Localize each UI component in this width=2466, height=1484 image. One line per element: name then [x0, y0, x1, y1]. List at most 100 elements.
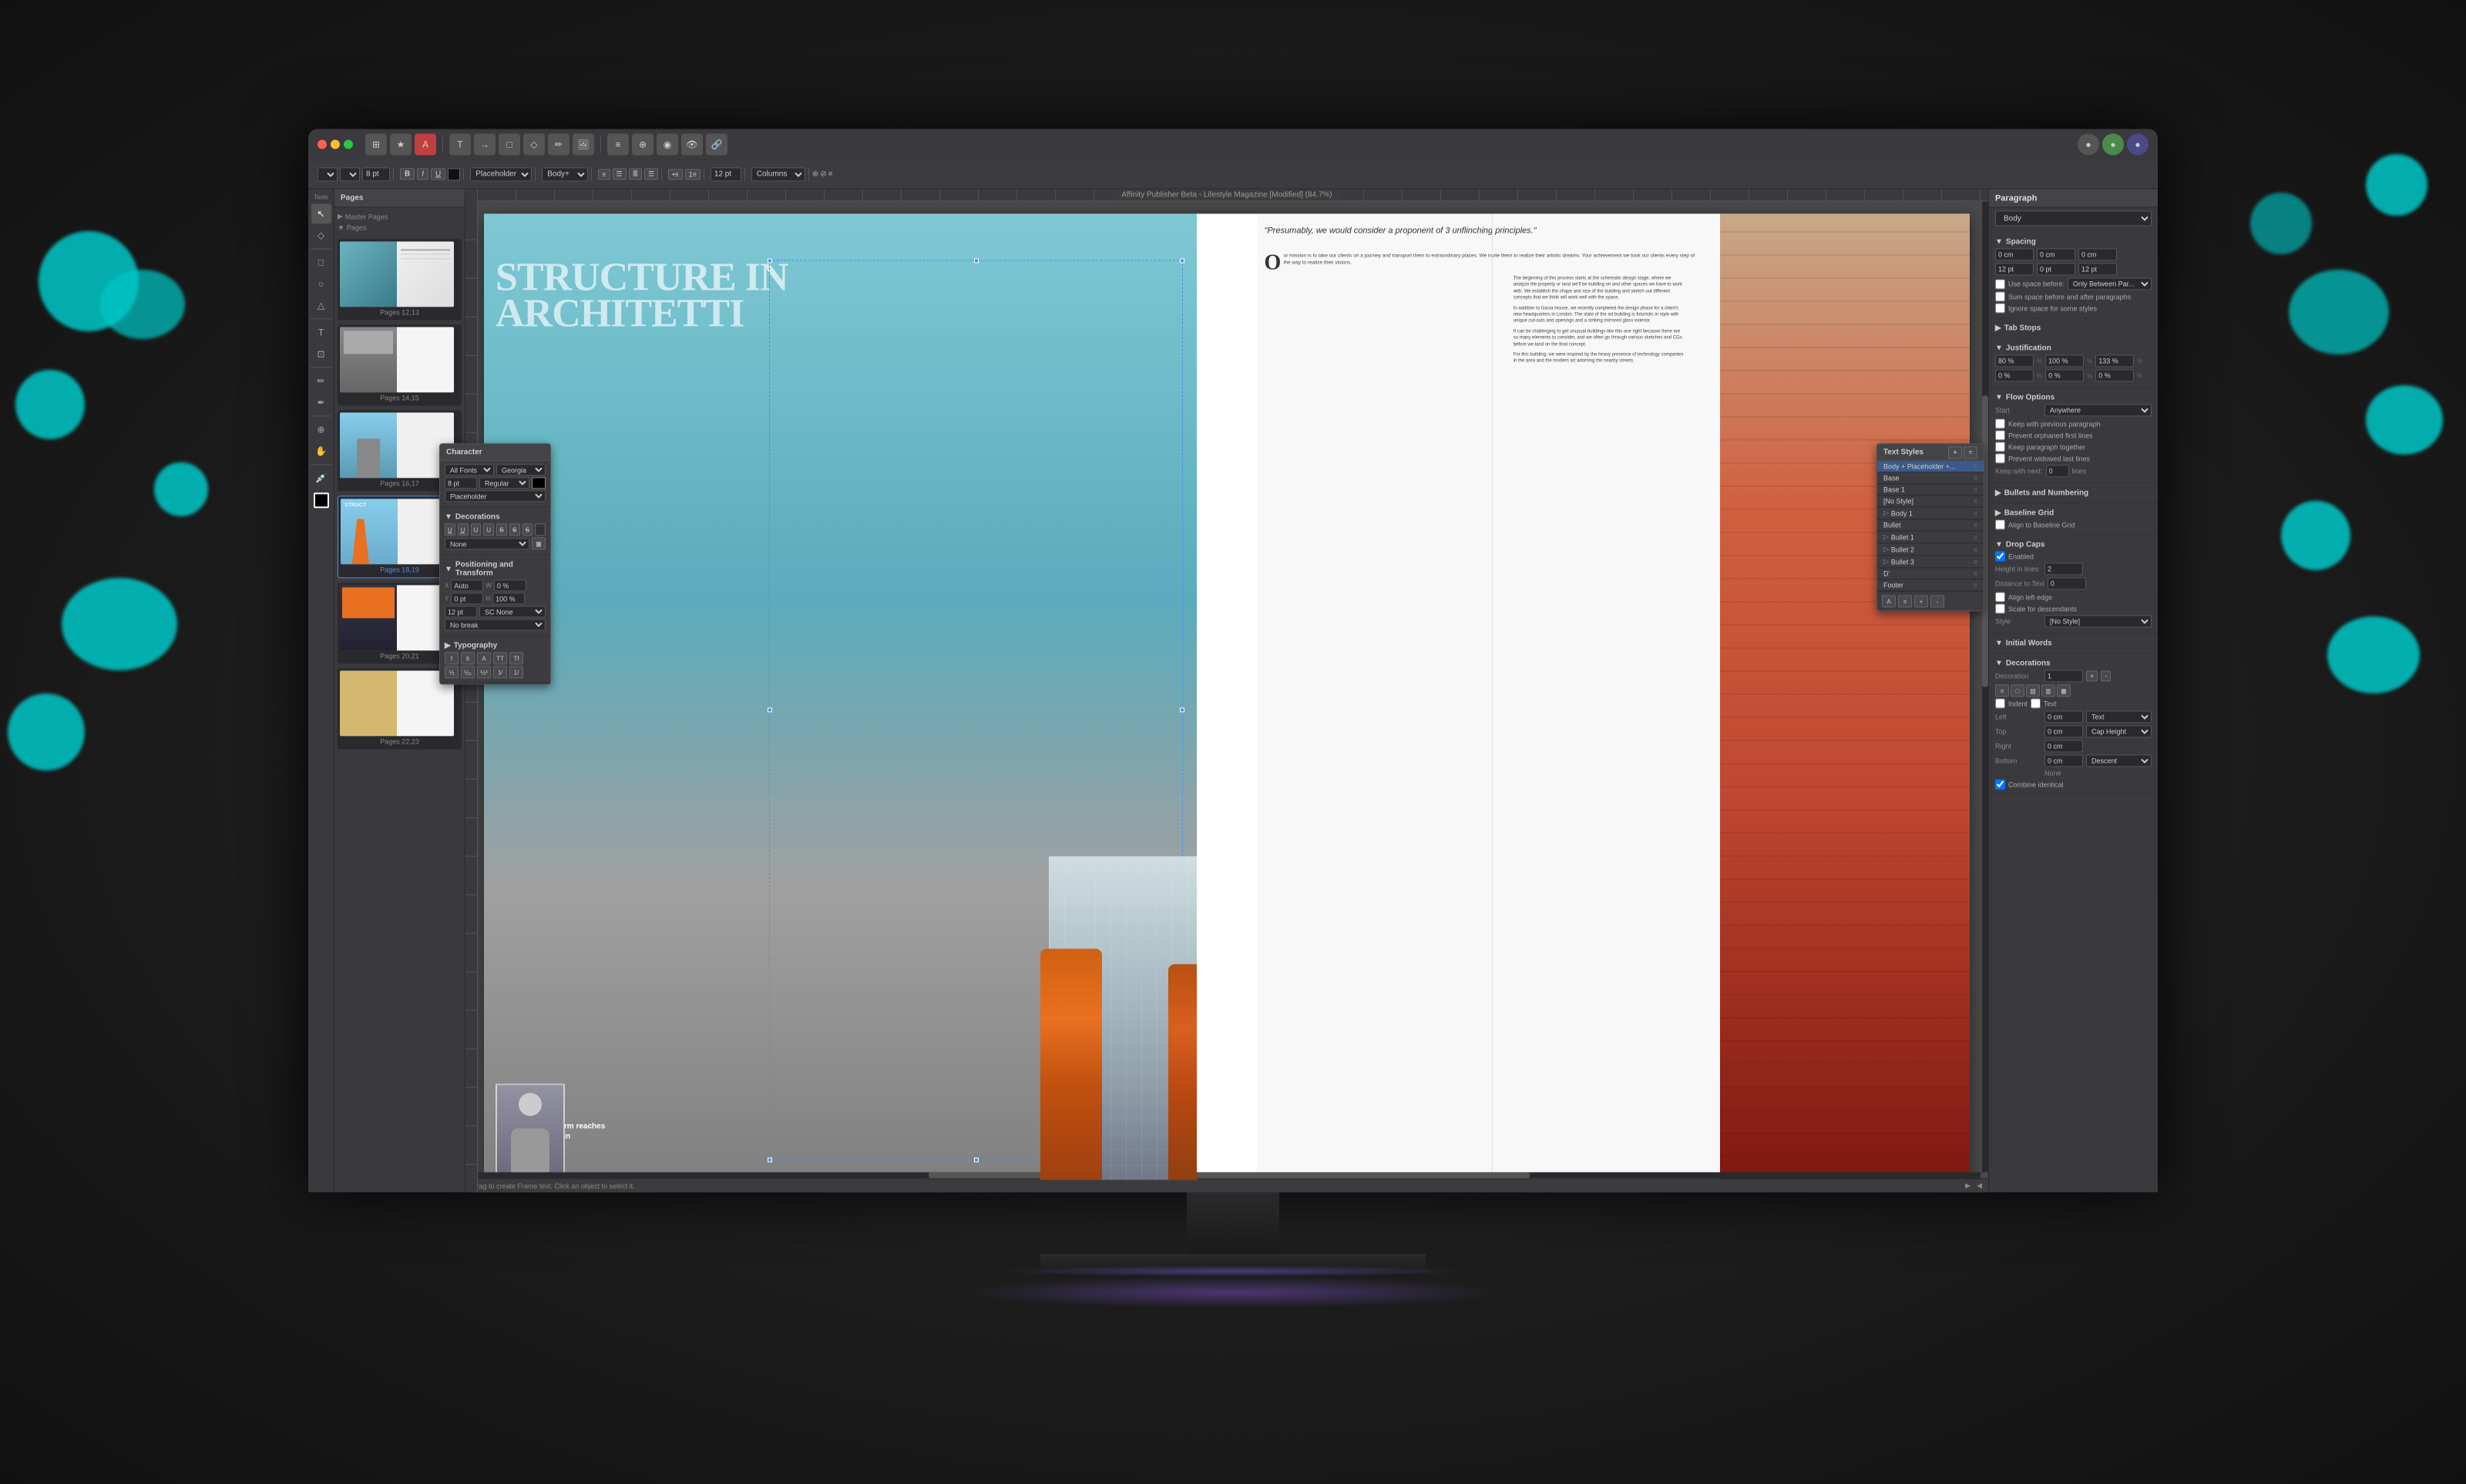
toolbar-icon-shape1[interactable]: □ [499, 133, 520, 155]
char-all-fonts-select[interactable]: All Fonts [445, 464, 494, 475]
space-before-input[interactable] [1995, 248, 2034, 260]
style-item-body-placeholder[interactable]: Body + Placeholder +... ≡ [1877, 461, 1984, 472]
line-height-input[interactable] [711, 167, 741, 181]
baseline-header[interactable]: ▶ Baseline Grid [1995, 506, 2152, 519]
scrollbar-vertical[interactable] [1982, 201, 1988, 1172]
word-ideal-input[interactable] [2045, 354, 2084, 367]
deco-top-input[interactable] [2044, 725, 2083, 737]
deco-remove-btn[interactable]: - [2101, 670, 2111, 681]
align-center[interactable]: ☰ [613, 168, 627, 180]
font-size-input[interactable] [362, 167, 390, 181]
char-underline3-btn[interactable]: U [471, 523, 482, 536]
style-item-nostyle[interactable]: [No Style] ≡ [1877, 495, 1984, 507]
char-deco-header[interactable]: ▼ Decorations [445, 510, 546, 523]
char-pos-header[interactable]: ▼ Positioning and Transform [445, 558, 546, 579]
align-right[interactable]: ≣ [629, 168, 643, 180]
space-col3-input[interactable] [2078, 248, 2117, 260]
align-baseline-check[interactable] [1995, 519, 2005, 529]
align-justify[interactable]: ☰ [644, 168, 658, 180]
list-bullet[interactable]: •≡ [668, 169, 682, 180]
deco-relative-check[interactable] [2031, 698, 2041, 708]
char-size2-input[interactable] [445, 606, 477, 617]
typo-btn-5[interactable]: Tf [509, 652, 523, 664]
deco-indent-check[interactable] [1995, 698, 2005, 708]
tool-ellipse[interactable]: ○ [311, 274, 331, 294]
style-item-d[interactable]: D' ≡ [1877, 568, 1984, 579]
style-item-body1[interactable]: ▷ Body 1 ≡ [1877, 507, 1984, 519]
char-x-input[interactable] [451, 579, 483, 591]
typo-btn-3[interactable]: A [477, 652, 491, 664]
typo-btn-4[interactable]: TT [493, 652, 507, 664]
toolbar-icon-shape2[interactable]: ◇ [523, 133, 545, 155]
toolbar-icon-circle1[interactable]: ● [2078, 133, 2099, 155]
style-item-bullet1[interactable]: ▷ Bullet 1 ≡ [1877, 531, 1984, 543]
dropcaps-enabled-check[interactable] [1995, 551, 2005, 561]
char-y-input[interactable] [451, 593, 483, 604]
typo-btn-7[interactable]: ½₂ [461, 666, 475, 678]
tool-cursor[interactable]: ↖ [311, 203, 331, 223]
ts-btn-1[interactable]: A [1882, 595, 1896, 607]
minimize-button[interactable] [331, 139, 340, 149]
pages-toggle[interactable]: ▼ Pages [338, 222, 462, 233]
typo-btn-1[interactable]: f [445, 652, 459, 664]
ts-btn-4[interactable]: - [1930, 595, 1944, 607]
toolbar-icon-pen[interactable]: ✏ [548, 133, 569, 155]
char-strike-btn[interactable]: S [496, 523, 507, 536]
keep-para-check[interactable] [1995, 442, 2005, 452]
extra-btn-2[interactable]: ⊘ [820, 170, 826, 178]
char-sc-select[interactable]: SC None [479, 606, 546, 617]
toolbar-icon-img[interactable]: 🖼 [573, 133, 594, 155]
deco-top-rel-select[interactable]: Cap Height [2086, 725, 2152, 737]
deco-bottom-rel-select[interactable]: Descent [2086, 754, 2152, 767]
flow-options-header[interactable]: ▼ Flow Options [1995, 391, 2152, 404]
extra-btn-1[interactable]: ⊕ [812, 170, 818, 178]
tool-pen[interactable]: ✏ [311, 371, 331, 391]
color-swatch[interactable] [448, 168, 460, 180]
page-thumb-1213[interactable] [340, 241, 454, 307]
char-underline-btn[interactable]: U [445, 523, 455, 536]
toolbar-icon-nodes[interactable]: ◉ [657, 133, 678, 155]
ts-btn-2[interactable]: ≡ [1898, 595, 1912, 607]
deco-btn-4[interactable]: ▥ [2041, 684, 2055, 697]
font-style-select[interactable]: Regular [340, 167, 360, 181]
style-item-base[interactable]: Base ≡ [1877, 472, 1984, 484]
text-style-select[interactable]: Placeholder [470, 167, 532, 181]
page-thumb-2021[interactable] [340, 585, 454, 650]
style-item-bullet2[interactable]: ▷ Bullet 2 ≡ [1877, 543, 1984, 556]
ignore-space-check[interactable] [1995, 303, 2005, 313]
char-underline4-btn[interactable]: U [483, 523, 494, 536]
char-color-btn[interactable] [535, 523, 546, 536]
dropcaps-dist-input[interactable] [2048, 577, 2086, 589]
color-box[interactable] [314, 492, 329, 508]
page-thumb-1819[interactable]: STRUCT [341, 499, 455, 564]
toolbar-icon-star[interactable]: ★ [390, 133, 412, 155]
initial-words-header[interactable]: ▼ Initial Words [1995, 636, 2152, 650]
deco-left-input[interactable] [2044, 710, 2083, 723]
page-thumb-2223[interactable] [340, 670, 454, 736]
tool-text[interactable]: T [311, 322, 331, 342]
typo-btn-6[interactable]: ½ [445, 666, 459, 678]
master-pages-toggle[interactable]: ▶ Master Pages [338, 210, 462, 222]
style-item-bullet[interactable]: Bullet ≡ [1877, 519, 1984, 531]
char-typo-header[interactable]: ▶ Typography [445, 639, 546, 652]
para-indent-input[interactable] [2037, 263, 2075, 275]
char-strike2-btn[interactable]: S [509, 523, 520, 536]
drop-caps-header[interactable]: ▼ Drop Caps [1995, 538, 2152, 551]
toolbar-icon-text[interactable]: T [449, 133, 471, 155]
typo-btn-2[interactable]: fi [461, 652, 475, 664]
char-color-swatch[interactable] [532, 477, 546, 489]
deco-add-btn[interactable]: + [2086, 670, 2098, 681]
justification-header[interactable]: ▼ Justification [1995, 341, 2152, 354]
font-family-select[interactable]: Georgia [317, 167, 338, 181]
char-style-select[interactable]: Regular [479, 477, 529, 489]
keep-next-input[interactable] [2046, 465, 2069, 477]
spacing-header[interactable]: ▼ Spacing [1995, 235, 2152, 248]
columns-select[interactable]: Columns [751, 167, 805, 181]
char-font-name-select[interactable]: Georgia [496, 464, 546, 475]
char-placeholder-select[interactable]: Placeholder [445, 490, 546, 502]
tool-eyedropper[interactable]: 💉 [311, 468, 331, 488]
letter-max-input[interactable] [2095, 369, 2134, 381]
magazine-spread[interactable]: STRUCTURE IN ARCHITETTI [484, 213, 1970, 1180]
letter-min-input[interactable] [1995, 369, 2034, 381]
toolbar-icon-circle3[interactable]: ● [2127, 133, 2149, 155]
